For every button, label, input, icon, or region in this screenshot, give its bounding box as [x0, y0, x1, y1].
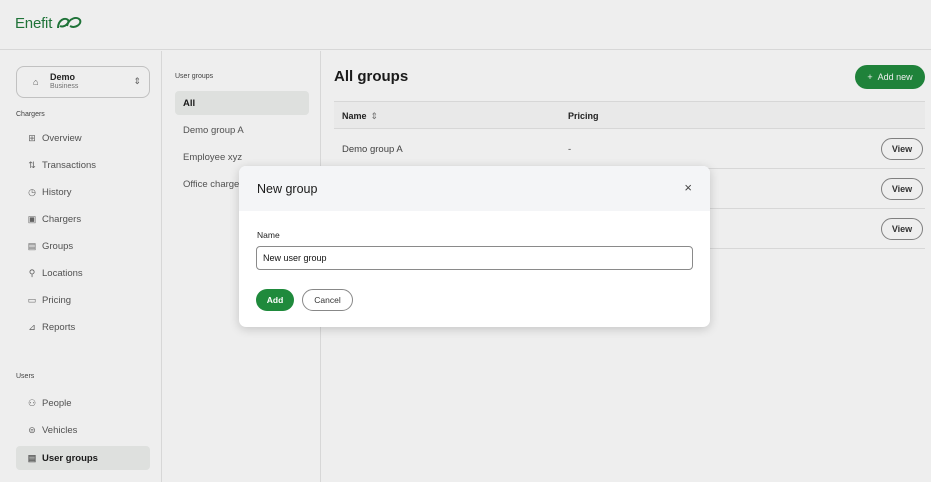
- name-field-label: Name: [257, 230, 280, 240]
- cancel-button[interactable]: Cancel: [302, 289, 353, 311]
- add-button[interactable]: Add: [256, 289, 294, 311]
- new-group-dialog: New group × Name Add Cancel: [239, 166, 710, 327]
- close-icon[interactable]: ×: [684, 181, 692, 194]
- dialog-header: New group ×: [239, 166, 710, 211]
- dialog-title: New group: [257, 182, 318, 196]
- group-name-input[interactable]: [256, 246, 693, 270]
